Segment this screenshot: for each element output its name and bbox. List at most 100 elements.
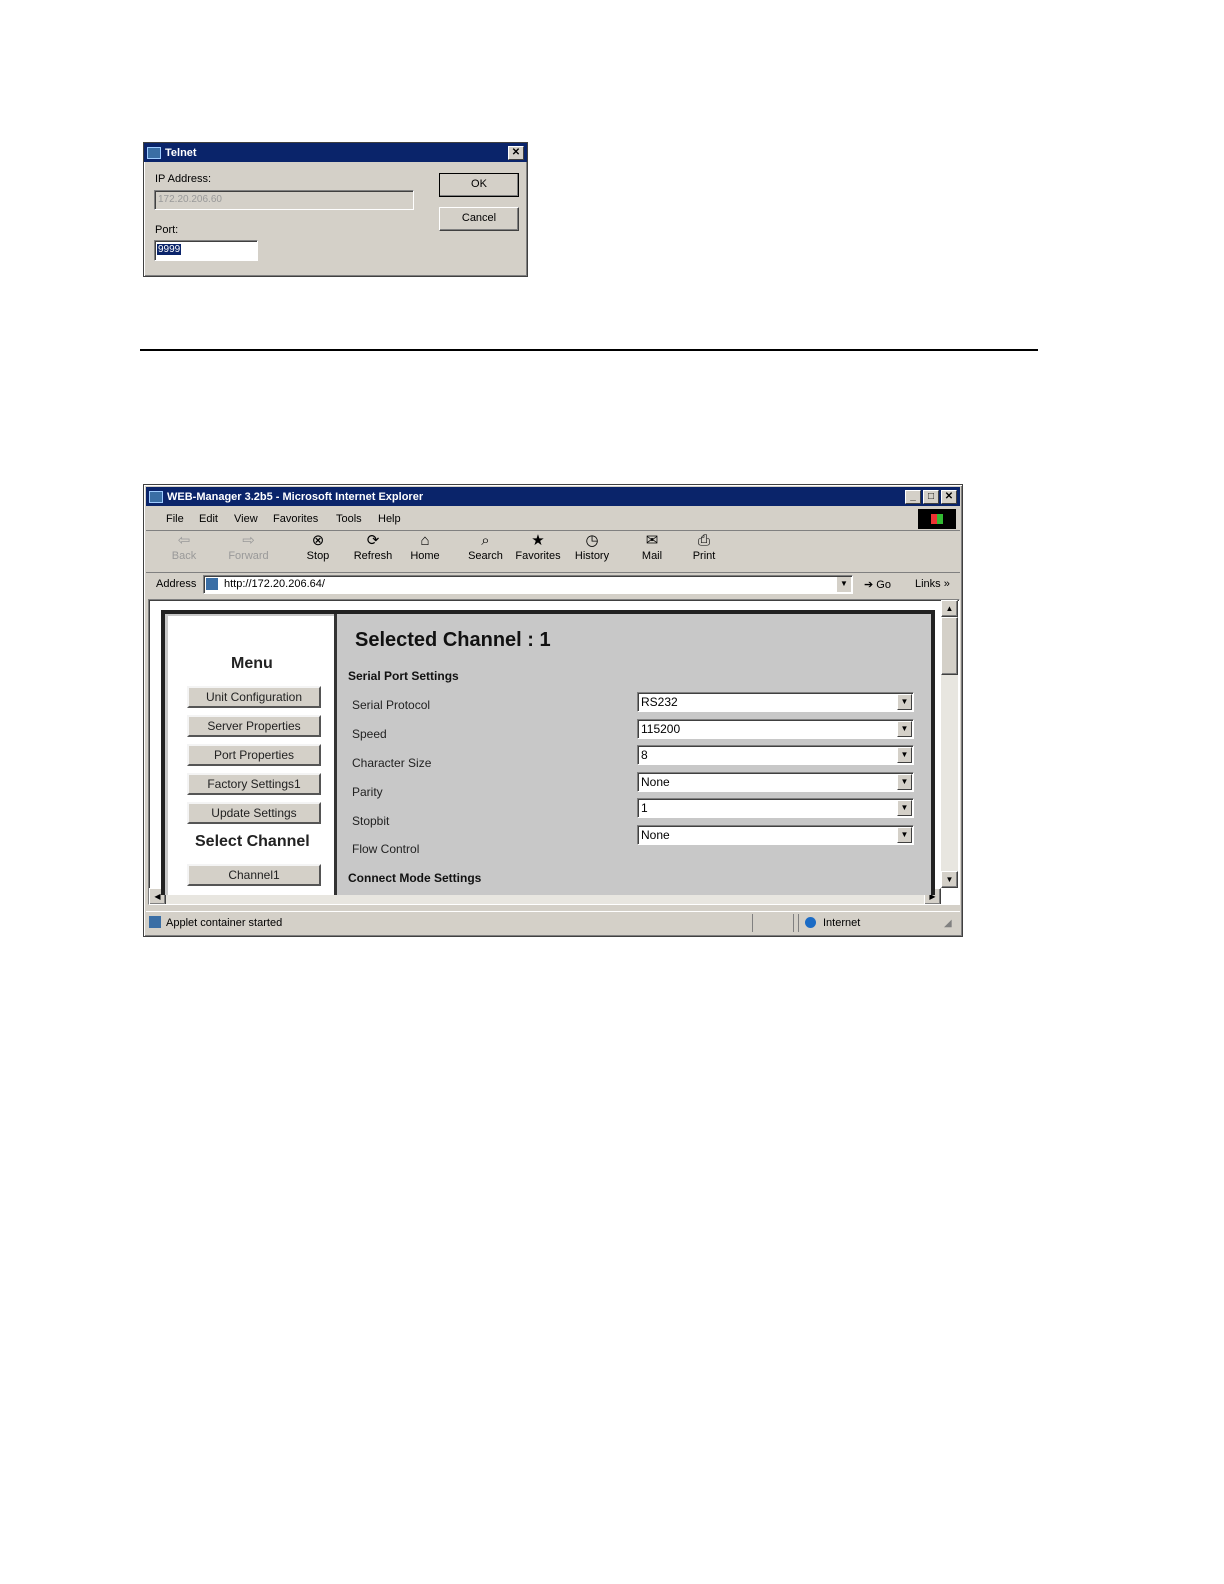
port-properties-button[interactable]: Port Properties (187, 744, 321, 766)
server-properties-button[interactable]: Server Properties (187, 715, 321, 737)
minimize-icon[interactable]: _ (905, 489, 921, 504)
chevron-down-icon: ▼ (897, 694, 912, 710)
windows-logo-icon (918, 509, 956, 529)
character-size-label: Character Size (352, 756, 432, 770)
ip-address-value: 172.20.206.60 (158, 194, 222, 205)
chevron-down-icon: ▼ (897, 827, 912, 843)
serial-port-settings-heading: Serial Port Settings (348, 669, 459, 683)
page-icon (206, 578, 218, 590)
go-button[interactable]: ➔ Go (864, 578, 891, 591)
telnet-titlebar: Telnet ✕ (144, 143, 527, 162)
menu-view[interactable]: View (234, 513, 258, 525)
favorites-button[interactable]: ★ Favorites (512, 532, 564, 562)
update-settings-button[interactable]: Update Settings (187, 802, 321, 824)
status-page-icon (149, 916, 161, 928)
ie-app-icon (149, 490, 163, 503)
stopbit-label: Stopbit (352, 814, 390, 828)
menu-favorites[interactable]: Favorites (273, 513, 318, 525)
close-icon[interactable]: ✕ (508, 145, 524, 160)
scroll-up-icon[interactable]: ▲ (941, 600, 958, 617)
port-value: 9999 (157, 244, 182, 255)
mail-icon: ✉ (645, 532, 659, 549)
page-divider (140, 349, 1038, 351)
vertical-scrollbar[interactable]: ▲ ▼ (941, 600, 958, 888)
home-button[interactable]: ⌂ Home (405, 532, 445, 562)
port-label: Port: (155, 224, 179, 236)
stopbit-select[interactable]: 1 ▼ (637, 798, 914, 818)
address-label: Address (156, 578, 197, 590)
browser-title: WEB-Manager 3.2b5 - Microsoft Internet E… (167, 490, 424, 503)
standard-toolbar: ⇦ Back ⇨ Forward ⊗ Stop ⟳ Refresh ⌂ Home ⌕ Sea… (146, 532, 960, 573)
telnet-dialog: Telnet ✕ IP Address: 172.20.206.60 Port:… (143, 142, 528, 277)
menu-title: Menu (231, 655, 273, 672)
forward-arrow-icon: ⇨ (242, 532, 255, 549)
refresh-icon: ⟳ (366, 532, 380, 549)
serial-protocol-label: Serial Protocol (352, 698, 431, 712)
speed-label: Speed (352, 727, 387, 741)
close-icon[interactable]: ✕ (941, 489, 957, 504)
links-button[interactable]: Links » (915, 578, 950, 590)
mail-button[interactable]: ✉ Mail (634, 532, 670, 562)
zone-panel: Internet (798, 914, 945, 932)
back-arrow-icon: ⇦ (177, 532, 191, 549)
resize-grip-icon[interactable]: ◢ (944, 918, 952, 929)
url-text: http://172.20.206.64/ (224, 578, 325, 590)
ok-button[interactable]: OK (439, 173, 519, 197)
history-icon: ◷ (585, 532, 599, 549)
speed-select[interactable]: 115200 ▼ (637, 719, 914, 739)
favorites-icon: ★ (531, 532, 545, 549)
port-field[interactable]: 9999 (154, 240, 258, 261)
menu-bar: File Edit View Favorites Tools Help (146, 508, 960, 531)
globe-icon (805, 917, 816, 928)
maximize-icon[interactable]: □ (923, 489, 939, 504)
select-channel-title: Select Channel (195, 833, 310, 850)
status-bar: Applet container started Internet ◢ (146, 911, 960, 934)
ip-address-label: IP Address: (155, 173, 212, 185)
status-divider (752, 914, 794, 932)
forward-button[interactable]: ⇨ Forward (221, 532, 276, 562)
printer-icon: ⎙ (697, 532, 710, 549)
flow-control-label: Flow Control (352, 842, 420, 856)
serial-protocol-select[interactable]: RS232 ▼ (637, 692, 914, 712)
cancel-button[interactable]: Cancel (439, 207, 519, 231)
stop-icon: ⊗ (311, 532, 325, 549)
factory-settings-button[interactable]: Factory Settings1 (187, 773, 321, 795)
page-heading: Selected Channel : 1 (355, 629, 551, 651)
status-text: Applet container started (166, 917, 283, 929)
print-button[interactable]: ⎙ Print (686, 532, 722, 562)
stop-button[interactable]: ⊗ Stop (299, 532, 337, 562)
telnet-app-icon (147, 146, 161, 159)
history-button[interactable]: ◷ History (571, 532, 613, 562)
panel-divider (334, 614, 337, 895)
character-size-select[interactable]: 8 ▼ (637, 745, 914, 765)
telnet-title: Telnet (165, 146, 197, 159)
flow-control-select[interactable]: None ▼ (637, 825, 914, 845)
search-icon: ⌕ (481, 532, 490, 549)
menu-help[interactable]: Help (378, 513, 401, 525)
address-bar: Address http://172.20.206.64/ ▼ ➔ Go Lin… (146, 573, 960, 596)
address-input[interactable]: http://172.20.206.64/ ▼ (203, 575, 853, 594)
chevron-down-icon: ▼ (897, 747, 912, 763)
go-arrow-icon: ➔ (864, 579, 874, 591)
channel1-button[interactable]: Channel1 (187, 864, 321, 886)
refresh-button[interactable]: ⟳ Refresh (348, 532, 398, 562)
home-icon: ⌂ (420, 532, 430, 549)
menu-edit[interactable]: Edit (199, 513, 218, 525)
chevron-down-icon: ▼ (897, 774, 912, 790)
scroll-thumb[interactable] (941, 617, 958, 675)
chevron-down-icon: ▼ (897, 721, 912, 737)
parity-select[interactable]: None ▼ (637, 772, 914, 792)
menu-file[interactable]: File (166, 513, 184, 525)
connect-mode-settings-heading: Connect Mode Settings (348, 871, 482, 885)
menu-tools[interactable]: Tools (336, 513, 362, 525)
scroll-down-icon[interactable]: ▼ (941, 871, 958, 888)
search-button[interactable]: ⌕ Search (463, 532, 508, 562)
browser-titlebar: WEB-Manager 3.2b5 - Microsoft Internet E… (146, 487, 960, 506)
back-button[interactable]: ⇦ Back (164, 532, 204, 562)
ip-address-field[interactable]: 172.20.206.60 (154, 190, 414, 210)
parity-label: Parity (352, 785, 383, 799)
chevron-down-icon: ▼ (897, 800, 912, 816)
zone-text: Internet (823, 917, 861, 929)
unit-configuration-button[interactable]: Unit Configuration (187, 686, 321, 708)
address-dropdown-icon[interactable]: ▼ (837, 577, 851, 592)
